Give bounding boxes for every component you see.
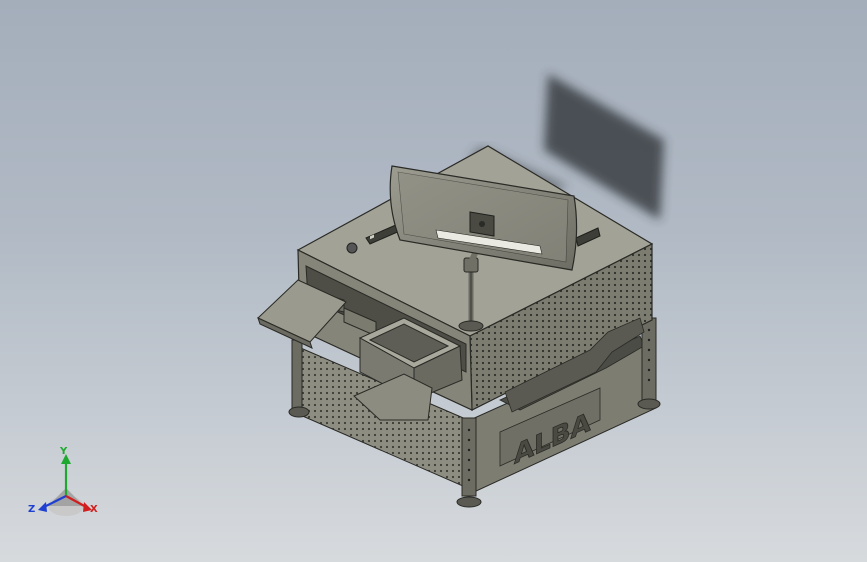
cable-grommet [346, 242, 358, 254]
foot-front [456, 496, 482, 508]
foot-left [288, 406, 310, 418]
workstation-model[interactable]: ALBA [0, 0, 867, 562]
z-axis-label: Z [28, 504, 36, 515]
leg-left [291, 339, 303, 415]
foot-right [637, 398, 661, 410]
orientation-triad: Y X Z [26, 446, 106, 528]
cad-viewport[interactable]: ALBA Y X Z [0, 0, 867, 562]
x-axis-label: X [90, 504, 98, 515]
arm-base [458, 320, 484, 332]
z-axis-arrow-icon [38, 502, 47, 512]
y-axis-label: Y [60, 446, 68, 457]
